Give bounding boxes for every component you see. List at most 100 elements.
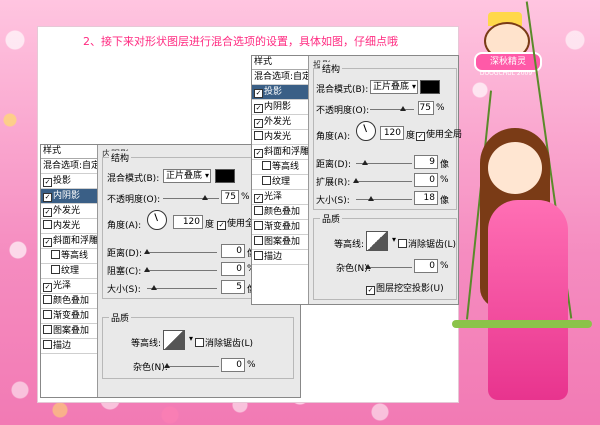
sidebar-item-checkbox[interactable] [43,310,52,319]
sidebar-item-checkbox[interactable]: ✓ [254,149,263,158]
sidebar-item[interactable]: 纹理 [252,175,308,190]
sidebar-item[interactable]: 描边 [252,250,308,265]
opacity-slider[interactable] [370,106,414,111]
sidebar-item[interactable]: ✓ 光泽 [252,190,308,205]
sidebar-item[interactable]: 混合选项:自定 [41,159,97,174]
noise-slider-thumb[interactable] [164,363,170,368]
noise-slider[interactable] [164,363,219,368]
sidebar-item[interactable]: ✓ 斜面和浮雕 [252,145,308,160]
spread-input[interactable]: 0 [414,173,438,187]
blend-mode-select[interactable]: 正片叠底 [370,80,418,94]
sidebar-item-checkbox[interactable]: ✓ [254,194,263,203]
sidebar-item-checkbox[interactable]: ✓ [43,208,52,217]
spread-slider[interactable] [353,178,412,183]
distance-slider-thumb[interactable] [362,160,368,165]
antialias-check[interactable] [398,239,407,248]
sidebar-item-checkbox[interactable] [254,221,263,230]
size-slider[interactable] [356,196,412,201]
opacity-input[interactable]: 75 [418,101,434,115]
sidebar-item-checkbox[interactable]: ✓ [43,193,52,202]
sidebar-item-checkbox[interactable] [51,250,60,259]
size-slider-thumb[interactable] [151,285,157,290]
sidebar-item-checkbox[interactable]: ✓ [254,119,263,128]
noise-slider[interactable] [365,264,412,269]
sidebar-item[interactable]: ✓ 斜面和浮雕 [41,234,97,249]
sidebar-item-checkbox[interactable] [51,265,60,274]
sidebar-item-checkbox[interactable]: ✓ [254,89,263,98]
spread-slider-thumb[interactable] [353,178,359,183]
global-light-check[interactable]: ✓ [416,132,425,141]
sidebar-item[interactable]: 内发光 [41,219,97,234]
opacity-slider-thumb[interactable] [400,106,406,111]
sidebar-item[interactable]: 描边 [41,339,97,354]
antialias-checkbox[interactable]: 消除锯齿(L) [195,336,253,349]
contour-picker[interactable] [366,231,396,251]
sidebar-item-checkbox[interactable] [262,161,271,170]
distance-slider[interactable] [144,249,217,254]
sidebar-item-checkbox[interactable] [43,325,52,334]
distance-input[interactable]: 0 [221,244,245,258]
sidebar-item[interactable]: 渐变叠加 [41,309,97,324]
sidebar-item-checkbox[interactable] [254,206,263,215]
noise-slider-thumb[interactable] [365,264,371,269]
choke-slider[interactable] [144,267,217,272]
sidebar-item-checkbox[interactable] [262,176,271,185]
sidebar-item[interactable]: 纹理 [41,264,97,279]
opacity-input[interactable]: 75 [221,190,239,204]
sidebar-item[interactable]: ✓ 投影 [252,85,308,100]
shadow-color-swatch[interactable] [215,169,235,183]
sidebar-item[interactable]: 内发光 [252,130,308,145]
sidebar-item-checkbox[interactable] [43,295,52,304]
size-input[interactable]: 5 [221,280,245,294]
choke-input[interactable]: 0 [221,262,245,276]
sidebar-item-checkbox[interactable]: ✓ [43,178,52,187]
size-slider[interactable] [147,285,217,290]
sidebar-item-checkbox[interactable]: ✓ [254,104,263,113]
noise-input[interactable]: 0 [221,358,245,372]
distance-slider-thumb[interactable] [144,249,150,254]
sidebar-item[interactable]: 颜色叠加 [41,294,97,309]
contour-picker[interactable] [163,330,193,350]
sidebar-item[interactable]: ✓ 内阴影 [41,189,97,204]
opacity-slider-thumb[interactable] [202,195,208,200]
sidebar-item[interactable]: ✓ 外发光 [252,115,308,130]
sidebar-item[interactable]: 颜色叠加 [252,205,308,220]
angle-input[interactable]: 120 [380,126,404,140]
sidebar-item-label: 描边 [264,252,283,262]
sidebar-item[interactable]: 图案叠加 [252,235,308,250]
distance-slider[interactable] [356,160,412,165]
sidebar-item[interactable]: ✓ 光泽 [41,279,97,294]
angle-input[interactable]: 120 [173,215,203,229]
knockout-checkbox[interactable]: ✓ 图层挖空投影(U) [366,281,444,295]
global-light-check[interactable]: ✓ [217,221,226,230]
blend-mode-select[interactable]: 正片叠底 [163,169,211,183]
sidebar-item[interactable]: ✓ 内阴影 [252,100,308,115]
noise-input[interactable]: 0 [414,259,438,273]
size-slider-thumb[interactable] [368,196,374,201]
sidebar-item[interactable]: 渐变叠加 [252,220,308,235]
sidebar-item[interactable]: 等高线 [252,160,308,175]
sidebar-item[interactable]: 混合选项:自定 [252,70,308,85]
sidebar-item-checkbox[interactable] [254,131,263,140]
sidebar-item-checkbox[interactable] [254,251,263,260]
choke-slider-thumb[interactable] [144,267,150,272]
distance-input[interactable]: 9 [414,155,438,169]
sidebar-item[interactable]: 等高线 [41,249,97,264]
angle-dial[interactable] [147,210,167,230]
size-input[interactable]: 18 [414,191,438,205]
angle-dial[interactable] [356,121,376,141]
global-light-checkbox[interactable]: ✓ 使用全局 [416,127,462,141]
sidebar-item-checkbox[interactable] [254,236,263,245]
sidebar-item-checkbox[interactable] [43,220,52,229]
shadow-color-swatch[interactable] [420,80,440,94]
antialias-check[interactable] [195,338,204,347]
knockout-check[interactable]: ✓ [366,286,375,295]
sidebar-item-checkbox[interactable]: ✓ [43,283,52,292]
sidebar-item[interactable]: ✓ 投影 [41,174,97,189]
sidebar-item-checkbox[interactable] [43,340,52,349]
sidebar-item[interactable]: 图案叠加 [41,324,97,339]
sidebar-item[interactable]: ✓ 外发光 [41,204,97,219]
antialias-checkbox[interactable]: 消除锯齿(L) [398,237,456,250]
sidebar-item-checkbox[interactable]: ✓ [43,238,52,247]
opacity-slider[interactable] [163,195,219,200]
